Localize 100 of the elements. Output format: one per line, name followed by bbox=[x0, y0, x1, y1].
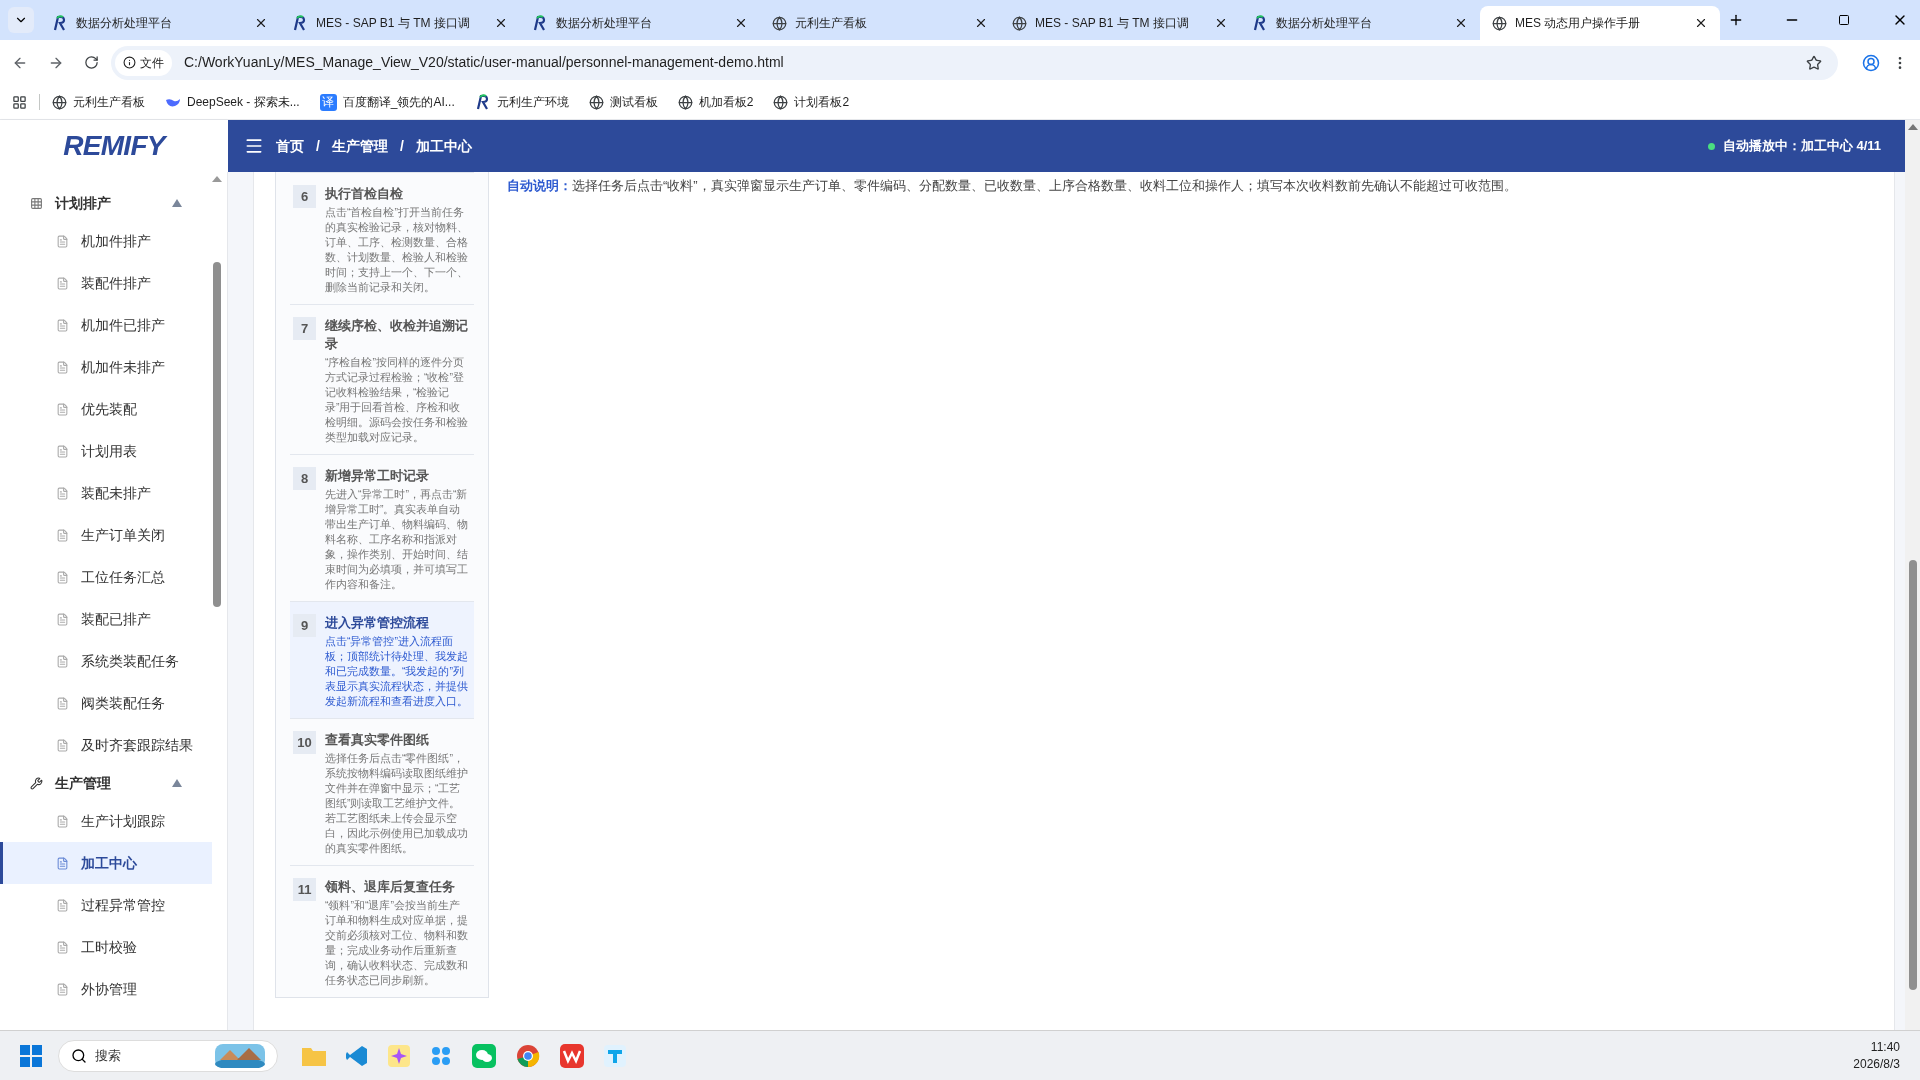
r-logo-icon bbox=[292, 15, 308, 31]
list-icon bbox=[56, 898, 69, 912]
bookmark-label: DeepSeek - 探索未... bbox=[187, 94, 300, 111]
page-scrollbar[interactable] bbox=[1905, 120, 1920, 1030]
breadcrumb-item[interactable]: 加工中心 bbox=[415, 135, 472, 157]
globe-icon bbox=[772, 15, 787, 31]
group-label: 生产管理 bbox=[55, 773, 112, 793]
list-icon bbox=[56, 234, 69, 248]
step-description: 选择任务后点击“零件图纸”，系统按物料编码读取图纸维护文件并在弹窗中显示；“工艺图纸”则读取工艺维护文件。若工艺图纸未上传会显示空白，因此示例使用已加载成功的真实零件图纸。 bbox=[325, 751, 469, 856]
menu-item[interactable]: 加工中心 bbox=[0, 842, 212, 884]
new-tab-icon[interactable] bbox=[1728, 12, 1744, 28]
step-description: 点击“首检自检”打开当前任务的真实检验记录，核对物料、订单、工序、检测数量、合格数、计划数量、检验人和检验时间；支持上一个、下一个、删除当前记录和关闭。 bbox=[325, 205, 469, 295]
list-icon bbox=[56, 982, 69, 996]
list-icon bbox=[56, 486, 69, 500]
menu-group[interactable]: 生产管理 bbox=[0, 766, 212, 800]
windows-logo-icon[interactable] bbox=[20, 1044, 42, 1067]
globe-icon bbox=[1492, 15, 1507, 31]
menu-item[interactable]: 生产订单关闭 bbox=[0, 514, 212, 556]
menu-item[interactable]: 优先装配 bbox=[0, 388, 212, 430]
close-icon[interactable] bbox=[254, 16, 268, 30]
browser-tab[interactable]: MES - SAP B1 与 TM 接口调 bbox=[1000, 6, 1240, 40]
bookmark[interactable]: 机加看板2 bbox=[677, 93, 754, 111]
step-number: 11 bbox=[293, 878, 316, 901]
menu-item[interactable]: 及时齐套跟踪结果 bbox=[0, 724, 212, 766]
close-icon[interactable] bbox=[1454, 16, 1468, 30]
bookmark[interactable]: DeepSeek - 探索未... bbox=[165, 93, 300, 111]
menu-item[interactable]: 系统类装配任务 bbox=[0, 640, 212, 682]
menu-item[interactable]: 生产计划跟踪 bbox=[0, 800, 212, 842]
chrome-icon[interactable] bbox=[516, 1043, 540, 1068]
list-icon bbox=[56, 940, 69, 954]
menu-item[interactable]: 装配未排产 bbox=[0, 472, 212, 514]
step-card[interactable]: 11 领料、退库后复查任务 “领料”和“退库”会按当前生产订单和物料生成对应单据，提交前必须核对工位、物料和数量；完成业务动作后重新查询，确认收料状态、完成数和任务状态已同步刷新。 bbox=[290, 865, 474, 997]
close-icon[interactable] bbox=[734, 16, 748, 30]
menu-item-label: 计划用表 bbox=[81, 441, 137, 461]
step-card[interactable]: 9 进入异常管控流程 点击“异常管控”进入流程面板；顶部统计待处理、我发起和已完成数量。“我发起的”列表显示真实流程状态，并提供发起新流程和查看进度入口。 bbox=[290, 601, 474, 718]
menu-icon[interactable] bbox=[244, 136, 264, 156]
office-app-icon[interactable] bbox=[560, 1043, 584, 1068]
menu-group[interactable]: 计划排产 bbox=[0, 186, 212, 220]
menu-item[interactable]: 工位任务汇总 bbox=[0, 556, 212, 598]
menu-item[interactable]: 阀类装配任务 bbox=[0, 682, 212, 724]
close-icon[interactable] bbox=[1694, 16, 1708, 30]
browser-tab[interactable]: 元利生产看板 bbox=[760, 6, 1000, 40]
browser-tab[interactable]: 数据分析处理平台 bbox=[520, 6, 760, 40]
close-icon[interactable] bbox=[974, 16, 988, 30]
menu-item[interactable]: 机加件排产 bbox=[0, 220, 212, 262]
bookmark[interactable]: 译 百度翻译_领先的AI... bbox=[319, 93, 455, 111]
list-icon bbox=[56, 360, 69, 374]
browser-tab[interactable]: MES 动态用户操作手册 bbox=[1480, 6, 1720, 40]
menu-item[interactable]: 机加件已排产 bbox=[0, 304, 212, 346]
menu-item-label: 机加件排产 bbox=[81, 231, 151, 251]
close-icon[interactable] bbox=[1214, 16, 1228, 30]
step-description: 先进入“异常工时”，再点击“新增异常工时”。真实表单自动带出生产订单、物料编码、物料名称、工序名称和指派对象，操作类别、开始时间、结束时间为必填项，并可填写工作内容和备注。 bbox=[325, 487, 469, 592]
address-bar[interactable]: 文件 C:/WorkYuanLy/MES_Manage_View_V20/static/user-manual/personnel-management-demo.html bbox=[111, 45, 1838, 80]
menu-item[interactable]: 装配件排产 bbox=[0, 262, 212, 304]
browser-tab[interactable]: 数据分析处理平台 bbox=[40, 6, 280, 40]
clock-date: 2026/8/3 bbox=[1853, 1055, 1900, 1073]
menu-item[interactable]: 外协管理 bbox=[0, 968, 212, 1010]
dots-app-icon[interactable] bbox=[430, 1044, 452, 1067]
breadcrumb-item[interactable]: 首页 bbox=[276, 135, 304, 157]
bookmark-label: 元利生产环境 bbox=[496, 94, 569, 111]
close-icon[interactable] bbox=[494, 16, 508, 30]
step-card[interactable]: 7 继续序检、收检并追溯记录 “序检自检”按同样的逐件分页方式记录过程检验；“收检”登记收料检验结果，“检验记录”用于回看首检、序检和收检明细。源码会按任务和检验类型加载对应记录。 bbox=[290, 304, 474, 454]
step-number: 8 bbox=[293, 467, 316, 490]
bookmark[interactable]: 测试看板 bbox=[588, 93, 658, 111]
menu-item[interactable]: 过程异常管控 bbox=[0, 884, 212, 926]
globe-icon bbox=[52, 94, 67, 110]
code-editor-icon[interactable] bbox=[346, 1044, 368, 1067]
info-icon bbox=[123, 56, 136, 69]
list-icon bbox=[56, 276, 69, 290]
taskbar-search[interactable]: 搜索 bbox=[58, 1039, 278, 1072]
step-number: 6 bbox=[293, 185, 316, 208]
bookmark[interactable]: 计划看板2 bbox=[773, 93, 850, 111]
menu-item[interactable]: 工时校验 bbox=[0, 926, 212, 968]
menu-item[interactable]: 机加件未排产 bbox=[0, 346, 212, 388]
collapse-icon bbox=[172, 199, 182, 207]
browser-tab[interactable]: MES - SAP B1 与 TM 接口调 bbox=[280, 6, 520, 40]
bookmark[interactable]: 元利生产看板 bbox=[52, 93, 145, 111]
breadcrumb-separator: / bbox=[316, 136, 320, 156]
apps-icon[interactable] bbox=[12, 94, 27, 110]
step-card[interactable]: 6 执行首检自检 点击“首检自检”打开当前任务的真实检验记录，核对物料、订单、工序、检测数量、合格数、计划数量、检验人和检验时间；支持上一个、下一个、删除当前记录和关闭。 bbox=[290, 172, 474, 304]
list-icon bbox=[56, 570, 69, 584]
step-title: 执行首检自检 bbox=[325, 185, 404, 203]
profile-icon[interactable] bbox=[1862, 53, 1880, 72]
breadcrumb-item[interactable]: 生产管理 bbox=[331, 135, 388, 157]
browser-tab[interactable]: 数据分析处理平台 bbox=[1240, 6, 1480, 40]
site-info-chip[interactable]: 文件 bbox=[115, 49, 172, 76]
bookmark[interactable]: 元利生产环境 bbox=[474, 93, 569, 111]
breadcrumb-separator: / bbox=[399, 136, 404, 156]
reload-icon[interactable] bbox=[84, 55, 99, 70]
step-card[interactable]: 10 查看真实零件图纸 选择任务后点击“零件图纸”，系统按物料编码读取图纸维护文件并在弹窗中显示；“工艺图纸”则读取工艺维护文件。若工艺图纸未上传会显示空白，因此示例使用已加载成功的真实零件图纸。 bbox=[290, 718, 474, 865]
restore-icon[interactable] bbox=[1838, 14, 1850, 26]
bookmark-star-icon[interactable] bbox=[1806, 54, 1822, 71]
tab-list-button[interactable] bbox=[8, 7, 34, 33]
step-description: 点击“异常管控”进入流程面板；顶部统计待处理、我发起和已完成数量。“我发起的”列表显示真实流程状态，并提供发起新流程和查看进度入口。 bbox=[325, 634, 469, 709]
menu-item[interactable]: 计划用表 bbox=[0, 430, 212, 472]
step-number: 10 bbox=[293, 731, 316, 754]
step-title: 进入异常管控流程 bbox=[325, 614, 430, 632]
sparkle-app-icon[interactable] bbox=[388, 1044, 410, 1067]
list-icon bbox=[56, 814, 69, 828]
menu-item[interactable]: 装配已排产 bbox=[0, 598, 212, 640]
